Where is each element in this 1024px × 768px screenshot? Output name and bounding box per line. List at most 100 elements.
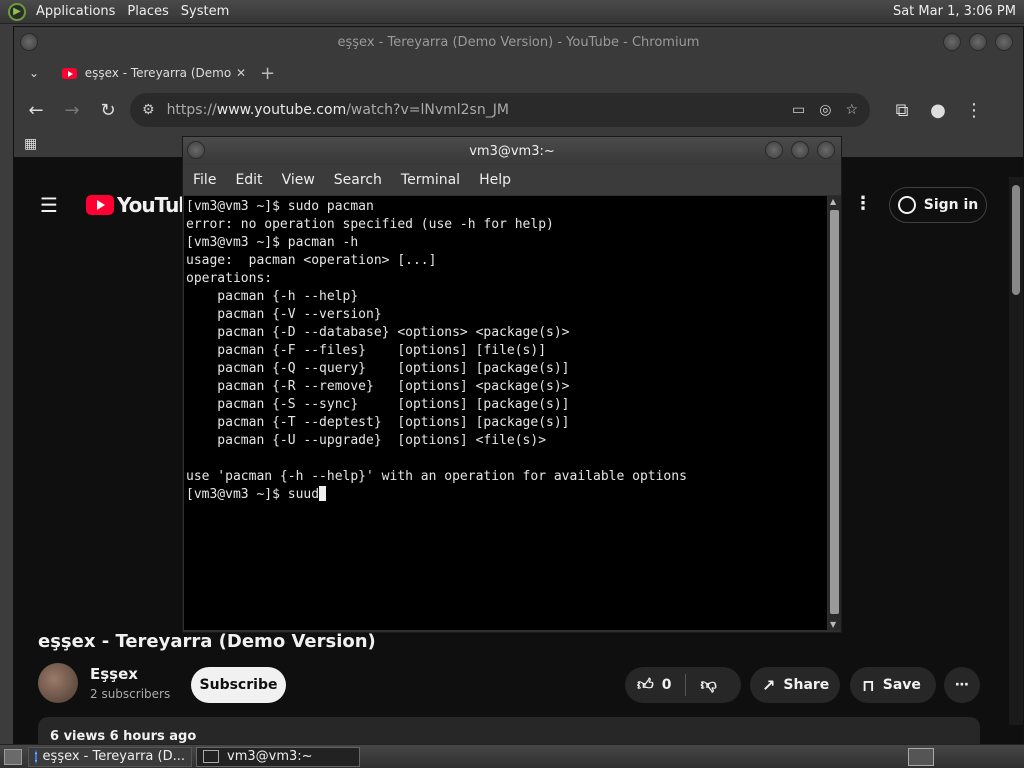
menu-system[interactable]: System	[175, 4, 235, 19]
page-scrollbar[interactable]	[1009, 177, 1023, 725]
youtube-settings-kebab-icon[interactable]: ⋮	[854, 193, 872, 214]
show-desktop-icon[interactable]	[4, 748, 22, 765]
sign-in-button[interactable]: Sign in	[889, 187, 987, 223]
distro-logo-icon[interactable]: ▶	[8, 2, 26, 21]
reload-icon[interactable]: ↻	[90, 100, 126, 121]
more-horizontal-icon: ⋯	[955, 677, 969, 693]
terminal-window: vm3@vm3:~ File Edit View Search Terminal…	[182, 136, 842, 633]
minimize-button[interactable]	[943, 33, 961, 51]
terminal-output[interactable]: [vm3@vm3 ~]$ sudo pacman error: no operat…	[184, 196, 827, 630]
chromium-titlebar[interactable]: eşşex - Tereyarra (Demo Version) - YouTu…	[14, 27, 1023, 57]
terminal-icon	[203, 750, 219, 763]
share-arrow-icon: ↗	[762, 675, 776, 695]
terminal-line: usage: pacman <operation> [...]	[186, 253, 437, 268]
terminal-maximize-button[interactable]	[791, 141, 809, 159]
terminal-window-menu-button[interactable]	[187, 141, 205, 159]
scroll-up-arrow-icon[interactable]: ▲	[830, 197, 836, 206]
menu-places[interactable]: Places	[121, 4, 174, 19]
install-app-icon[interactable]: ▭	[792, 102, 805, 118]
share-button[interactable]: ↗ Share	[750, 667, 840, 703]
profile-avatar-icon[interactable]: ●	[920, 100, 956, 121]
menu-applications[interactable]: Applications	[30, 4, 121, 19]
tab-search-chevron-icon[interactable]: ⌄	[14, 66, 54, 80]
terminal-line: pacman {-Q --query} [options] [package(s…	[186, 361, 570, 376]
terminal-title: vm3@vm3:~	[469, 143, 555, 159]
extensions-puzzle-icon[interactable]: ⧉	[884, 100, 920, 121]
like-divider	[685, 674, 687, 696]
sign-in-label: Sign in	[923, 197, 979, 213]
terminal-menu-search[interactable]: Search	[334, 172, 392, 188]
page-scroll-thumb[interactable]	[1012, 185, 1020, 295]
terminal-menu-file[interactable]: File	[193, 172, 226, 188]
terminal-line: pacman {-R --remove} [options] <package(…	[186, 379, 570, 394]
terminal-titlebar[interactable]: vm3@vm3:~	[183, 137, 841, 165]
view-count-age: 6 views 6 hours ago	[50, 729, 197, 744]
terminal-prompt-text: [vm3@vm3 ~]$ suud	[186, 487, 320, 502]
browser-toolbar: ← → ↻ ⚙ https://www.youtube.com/watch?v=…	[14, 89, 1023, 131]
youtube-favicon-icon	[62, 67, 77, 79]
terminal-menu-terminal[interactable]: Terminal	[401, 172, 470, 188]
channel-avatar[interactable]	[38, 663, 78, 703]
scroll-down-arrow-icon[interactable]: ▼	[830, 620, 836, 629]
terminal-menu-help[interactable]: Help	[479, 172, 521, 188]
address-bar[interactable]: ⚙ https://www.youtube.com/watch?v=lNvml2…	[130, 93, 870, 127]
terminal-cursor	[319, 486, 327, 501]
video-title: eşşex - Tereyarra (Demo Version)	[38, 631, 376, 652]
like-count[interactable]: 0	[662, 677, 672, 693]
url-scheme: https://	[166, 102, 217, 118]
terminal-line: pacman {-h --help}	[186, 289, 359, 304]
taskbar-chromium-label: eşşex - Tereyarra (D...	[42, 749, 185, 764]
maximize-button[interactable]	[969, 33, 987, 51]
taskbar-item-terminal[interactable]: vm3@vm3:~	[196, 746, 360, 767]
tab-title: eşşex - Tereyarra (Demo Version) - YouTu…	[84, 66, 232, 80]
back-arrow-icon[interactable]: ←	[18, 100, 54, 121]
site-info-icon[interactable]: ⚙	[142, 102, 155, 118]
terminal-line: pacman {-F --files} [options] [file(s)]	[186, 343, 547, 358]
subscribe-button[interactable]: Subscribe	[191, 667, 286, 703]
terminal-scroll-thumb[interactable]	[830, 210, 839, 614]
terminal-line: pacman {-V --version}	[186, 307, 382, 322]
bookmark-star-icon[interactable]: ☆	[845, 102, 858, 118]
eye-off-icon[interactable]: ◎	[819, 102, 831, 118]
terminal-minimize-button[interactable]	[765, 141, 783, 159]
youtube-play-icon	[86, 195, 114, 215]
account-circle-icon	[897, 196, 916, 214]
new-tab-plus-icon[interactable]: +	[260, 63, 275, 84]
terminal-line: use 'pacman {-h --help}' with an operati…	[186, 469, 687, 484]
terminal-menu-edit[interactable]: Edit	[235, 172, 272, 188]
thumbs-up-icon[interactable]: 👍︎	[637, 675, 654, 695]
terminal-menu-view[interactable]: View	[282, 172, 325, 188]
apps-grid-icon[interactable]: ▦	[24, 136, 37, 152]
hamburger-menu-icon[interactable]: ☰	[40, 193, 58, 217]
terminal-prompt-line[interactable]: [vm3@vm3 ~]$ suud	[186, 486, 825, 504]
taskbar-item-chromium[interactable]: eşşex - Tereyarra (D...	[28, 746, 192, 767]
thumbs-down-icon[interactable]: 👎︎	[700, 675, 716, 695]
workspace-switcher[interactable]	[908, 747, 934, 766]
terminal-line: error: no operation specified (use -h fo…	[186, 217, 554, 232]
chromium-icon	[35, 749, 37, 764]
bottom-taskbar: eşşex - Tereyarra (D... vm3@vm3:~	[0, 744, 1024, 768]
tab-youtube[interactable]: eşşex - Tereyarra (Demo Version) - YouTu…	[54, 57, 254, 89]
forward-arrow-icon[interactable]: →	[54, 100, 90, 121]
panel-clock[interactable]: Sat Mar 1, 3:06 PM	[893, 4, 1024, 19]
terminal-line: pacman {-D --database} <options> <packag…	[186, 325, 570, 340]
url-path: /watch?v=lNvml2sn_JM	[346, 102, 509, 118]
description-box[interactable]: 6 views 6 hours ago	[38, 717, 980, 745]
save-button[interactable]: ⊓ Save	[850, 667, 936, 703]
more-actions-button[interactable]: ⋯	[944, 667, 980, 703]
channel-name[interactable]: Eşşex	[90, 665, 138, 683]
chrome-menu-kebab-icon[interactable]: ⋮	[956, 100, 992, 121]
share-label: Share	[783, 677, 830, 693]
terminal-scrollbar[interactable]: ▲ ▼	[828, 196, 841, 630]
tab-strip: ⌄ eşşex - Tereyarra (Demo Version) - You…	[14, 57, 1023, 89]
terminal-line: [vm3@vm3 ~]$ sudo pacman	[186, 199, 374, 214]
terminal-menubar: File Edit View Search Terminal Help	[183, 165, 841, 195]
terminal-line: [vm3@vm3 ~]$ pacman -h	[186, 235, 359, 250]
tab-close-icon[interactable]: ✕	[236, 66, 246, 80]
window-menu-button[interactable]	[20, 33, 38, 51]
save-label: Save	[882, 677, 921, 693]
terminal-close-button[interactable]	[817, 141, 835, 159]
top-panel: ▶ Applications Places System Sat Mar 1, …	[0, 0, 1024, 24]
close-button[interactable]	[995, 33, 1013, 51]
